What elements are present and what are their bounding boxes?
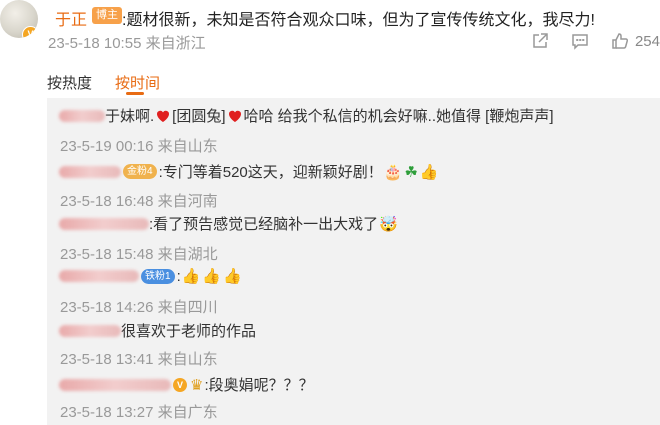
blurred-username bbox=[59, 109, 105, 122]
blurred-username bbox=[59, 324, 121, 337]
reply-text: :看了预告感觉已经脑补一出大戏了 bbox=[149, 216, 379, 233]
reply-item: :看了预告感觉已经脑补一出大戏了 🤯 bbox=[59, 213, 399, 234]
thumbs-up-icon bbox=[612, 33, 628, 49]
reply-text: 于妹啊. bbox=[105, 108, 155, 125]
fan-badge: 铁粉1 bbox=[141, 268, 175, 284]
reply-item: 于妹啊. [团圆兔] 哈哈 给我个私信的机会好嘛..她值得 [鞭炮声声] bbox=[59, 105, 554, 126]
crown-icon: ♛ bbox=[190, 376, 204, 394]
post-actions: 254 bbox=[509, 30, 660, 52]
thumbs-up-emoji-icon: 👍 bbox=[181, 268, 201, 285]
clover-icon: ☘ bbox=[404, 163, 418, 181]
heart-icon bbox=[228, 110, 241, 122]
reply-timestamp: 23-5-18 13:41 来自山东 bbox=[60, 351, 218, 368]
author-avatar[interactable]: V bbox=[0, 0, 38, 38]
author-name[interactable]: 于正 bbox=[55, 6, 87, 30]
thumbs-up-emoji-icon: 👍 bbox=[223, 268, 242, 285]
active-tab-indicator bbox=[126, 92, 144, 95]
reply-timestamp: 23-5-18 14:26 来自四川 bbox=[60, 299, 218, 316]
comment-icon bbox=[572, 34, 588, 50]
comment-button[interactable] bbox=[571, 32, 589, 50]
heart-icon bbox=[157, 110, 170, 122]
sort-by-time-tab[interactable]: 按时间 bbox=[115, 72, 160, 93]
cake-icon: 🎂 bbox=[383, 163, 403, 181]
reply-emote-text: [团圆兔] bbox=[172, 108, 226, 125]
like-count: 254 bbox=[634, 32, 660, 50]
blurred-username bbox=[59, 378, 171, 391]
reply-timestamp: 23-5-18 15:48 来自湖北 bbox=[60, 246, 218, 263]
replies-panel: 于妹啊. [团圆兔] 哈哈 给我个私信的机会好嘛..她值得 [鞭炮声声] 23-… bbox=[47, 98, 660, 425]
reply-text: 哈哈 给我个私信的机会好嘛..她值得 [鞭炮声声] bbox=[243, 108, 554, 125]
reply-timestamp: 23-5-18 13:27 来自广东 bbox=[60, 404, 218, 421]
like-button[interactable]: 254 bbox=[611, 32, 660, 50]
reply-text: 很喜欢于老师的作品 bbox=[121, 323, 257, 340]
blogger-badge: 博主 bbox=[92, 7, 122, 24]
thumbs-up-emoji-icon: 👍 bbox=[419, 163, 439, 181]
mind-blown-icon: 🤯 bbox=[379, 215, 398, 233]
reply-text: : bbox=[176, 267, 181, 285]
reply-item: 很喜欢于老师的作品 bbox=[59, 320, 256, 341]
blurred-username bbox=[59, 270, 139, 282]
reply-item: 铁粉1 : 👍 👍 👍 bbox=[59, 267, 243, 285]
verified-icon: V bbox=[22, 26, 38, 38]
thumbs-up-emoji-icon: 👍 bbox=[202, 268, 222, 285]
fan-badge: 金粉4 bbox=[123, 164, 157, 179]
reply-text: :专门等着520这天，迎新颖好剧！ bbox=[158, 164, 383, 181]
reply-text: :段奥娟呢？？？ bbox=[204, 377, 314, 394]
verified-icon: V bbox=[173, 377, 187, 392]
reply-item: 金粉4 :专门等着520这天，迎新颖好剧！ 🎂 ☘ 👍 bbox=[59, 161, 440, 182]
blurred-username bbox=[59, 165, 121, 178]
share-icon bbox=[533, 33, 548, 48]
blurred-username bbox=[59, 217, 149, 230]
post-timestamp: 23-5-18 10:55 来自浙江 bbox=[48, 35, 206, 52]
reply-item: V ♛ :段奥娟呢？？？ bbox=[59, 374, 314, 395]
sort-by-hot-tab[interactable]: 按热度 bbox=[47, 72, 92, 93]
reply-timestamp: 23-5-18 16:48 来自河南 bbox=[60, 193, 218, 210]
share-button[interactable] bbox=[531, 32, 549, 50]
reply-timestamp: 23-5-19 00:16 来自山东 bbox=[60, 138, 218, 155]
post-text: :题材很新，未知是否符合观众口味，但为了宣传传统文化，我尽力! bbox=[122, 12, 595, 29]
